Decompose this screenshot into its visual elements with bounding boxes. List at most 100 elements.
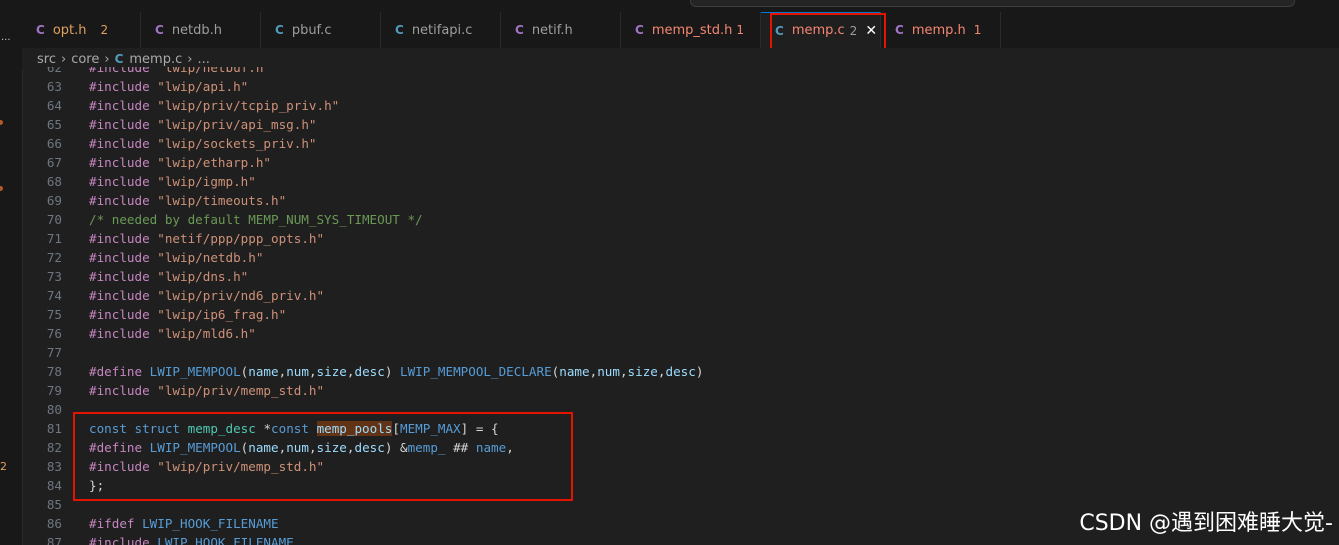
tab-netifapi-c[interactable]: C netifapi.c [381,12,501,48]
code-text: #include "netif/ppp/ppp_opts.h" [89,229,324,248]
code-line: 78 #define LWIP_MEMPOOL(name,num,size,des… [22,362,1339,381]
code-line: 68 #include "lwip/igmp.h" [22,172,1339,191]
code-text: }; [89,476,104,495]
tab-label: netdb.h [171,22,223,38]
close-icon[interactable]: ✕ [865,23,877,39]
command-center[interactable] [690,0,1295,7]
code-line: 79 #include "lwip/priv/memp_std.h" [22,381,1339,400]
modified-dot-icon [0,186,3,191]
tab-netdb-h[interactable]: C netdb.h [141,12,261,48]
code-line: 64 #include "lwip/priv/tcpip_priv.h" [22,96,1339,115]
code-token: #include [89,269,150,284]
code-line: 73 #include "lwip/dns.h" [22,267,1339,286]
code-token: "lwip/priv/memp_std.h" [157,383,325,398]
code-token: "lwip/netdb.h" [157,250,264,265]
code-token: "lwip/timeouts.h" [157,193,287,208]
breadcrumb-core[interactable]: core [71,52,99,67]
code-text: #include "lwip/mld6.h" [89,324,256,343]
breadcrumb-symbols[interactable]: ... [197,52,209,67]
c-file-icon: C [114,52,124,66]
code-token: LWIP_HOOK_FILENAME [142,516,279,531]
code-token: struct [134,421,181,436]
line-number: 78 [46,364,62,379]
code-token: size [316,364,347,379]
c-file-icon: C [275,23,284,37]
tab-label: opt.h [52,22,87,38]
code-token: memp_ [407,440,446,455]
code-line: 74 #include "lwip/priv/nd6_priv.h" [22,286,1339,305]
code-line: 84}; [22,476,1339,495]
code-text: const struct memp_desc *const memp_pools… [89,419,499,438]
tab-memp-c[interactable]: C memp.c 2 ✕ [761,12,881,48]
line-number: 63 [46,79,62,94]
activity-bar: ... 2 [0,12,23,545]
tab-pbuf-c[interactable]: C pbuf.c [261,12,381,48]
line-number: 81 [46,421,62,436]
modified-dot-icon [0,120,3,125]
code-token: & [392,440,408,455]
code-line: 70 /* needed by default MEMP_NUM_SYS_TIME… [22,210,1339,229]
tab-label: memp.c [791,23,845,38]
code-editor[interactable]: 62 #include "lwip/netbuf.h" 63 #include "l… [22,67,1339,545]
line-number: 74 [46,288,62,303]
code-text: #define LWIP_MEMPOOL(name,num,size,desc)… [89,362,703,381]
tab-opt-h[interactable]: C opt.h 2 [22,12,141,48]
code-token: "lwip/priv/memp_std.h" [157,459,325,474]
code-token: ) [384,364,393,379]
tab-memp-std-h[interactable]: C memp_std.h 1 [621,12,761,48]
breadcrumb-file[interactable]: memp.c [129,52,182,67]
code-token: "netif/ppp/ppp_opts.h" [157,231,325,246]
code-text: #include "lwip/priv/memp_std.h" [89,381,324,400]
code-token: #include [89,117,150,132]
code-token: "lwip/dns.h" [157,269,249,284]
line-number: 87 [46,535,62,545]
code-text: #include "lwip/timeouts.h" [89,191,286,210]
code-token: #ifdef [89,516,135,531]
c-file-icon: C [155,23,164,37]
code-token: "lwip/api.h" [157,79,249,94]
tab-problem-badge: 2 [100,23,109,37]
code-text: #include "lwip/api.h" [89,77,248,96]
code-line: 65 #include "lwip/priv/api_msg.h" [22,115,1339,134]
tab-label: pbuf.c [291,22,332,38]
code-token: #include [89,288,150,303]
chevron-right-icon: › [104,51,110,67]
tab-problem-badge: 2 [849,23,858,38]
code-token: num [286,440,309,455]
code-token: "lwip/priv/api_msg.h" [157,117,317,132]
line-number: 64 [46,98,62,113]
code-token: , [308,364,317,379]
code-text: #include "lwip/priv/tcpip_priv.h" [89,96,339,115]
code-token: #include [89,193,150,208]
c-file-icon: C [515,23,524,37]
more-icon[interactable]: ... [1,32,11,43]
breadcrumb-src[interactable]: src [37,52,56,67]
tab-problem-badge: 1 [736,23,745,37]
code-line: 72 #include "lwip/netdb.h" [22,248,1339,267]
c-file-icon: C [775,23,784,38]
line-number: 70 [46,212,62,227]
code-token: "lwip/mld6.h" [157,326,256,341]
code-token: name [248,364,279,379]
tab-netif-h[interactable]: C netif.h [501,12,621,48]
code-token: #include [89,155,150,170]
code-token: LWIP_MEMPOOL [149,440,241,455]
code-token: #include [89,535,150,545]
code-token: #include [89,326,150,341]
line-number: 75 [46,307,62,322]
line-number: 68 [46,174,62,189]
line-number: 79 [46,383,62,398]
code-token: memp_desc [187,421,256,436]
line-number: 66 [46,136,62,151]
code-token: "lwip/ip6_frag.h" [157,307,287,322]
code-token: #include [89,174,150,189]
code-token: MEMP_MAX [399,421,461,436]
tab-memp-h[interactable]: C memp.h 1 [881,12,1001,48]
code-text: #include "lwip/priv/api_msg.h" [89,115,317,134]
code-text: #include "lwip/ip6_frag.h" [89,305,286,324]
code-token: "lwip/sockets_priv.h" [157,136,317,151]
code-token: desc [665,364,696,379]
code-token: size [627,364,658,379]
code-token: "lwip/priv/tcpip_priv.h" [157,98,340,113]
code-token: }; [89,478,105,493]
